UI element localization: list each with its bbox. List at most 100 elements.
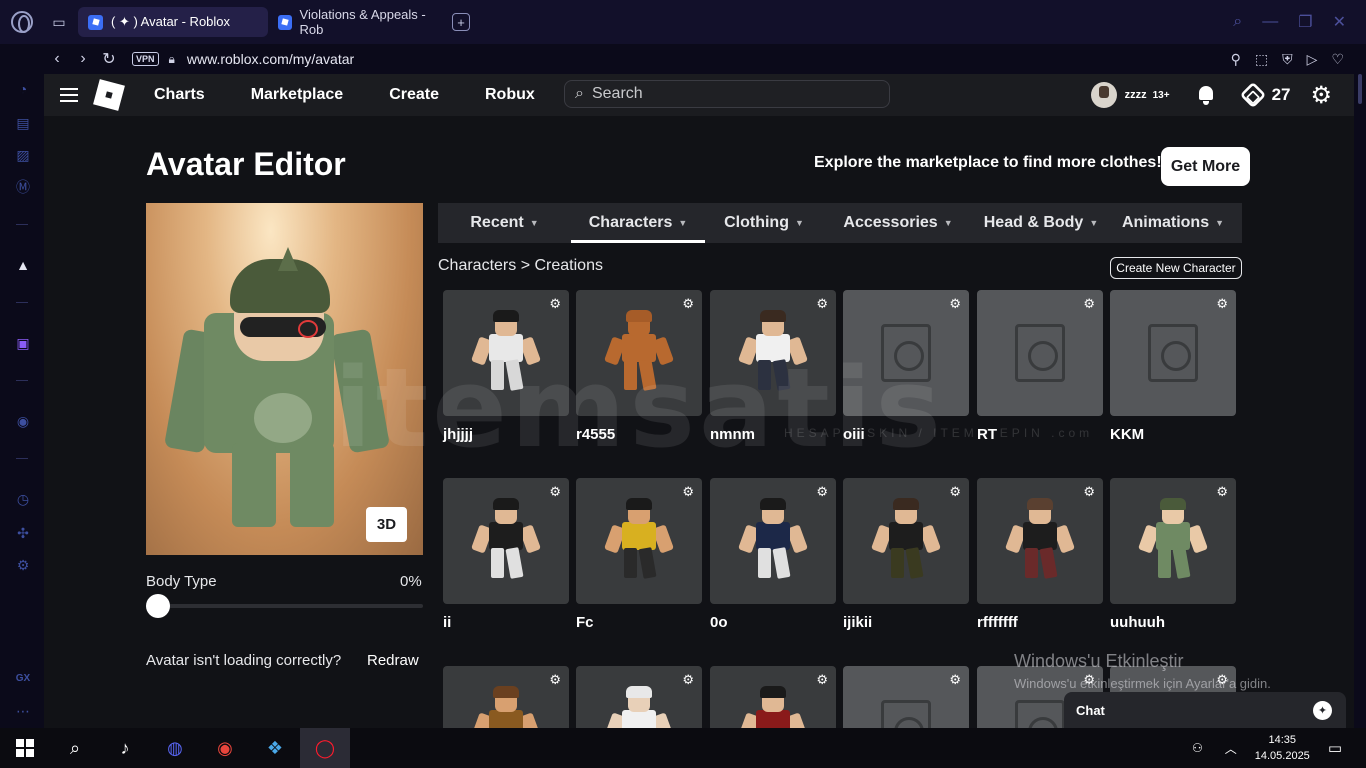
discord-icon[interactable]: ◍ <box>150 728 200 768</box>
character-name[interactable]: uuhuuh <box>1110 614 1236 631</box>
character-card[interactable]: ⚙ RT <box>977 290 1103 443</box>
character-thumbnail[interactable]: ⚙ <box>576 666 702 728</box>
tab-recent[interactable]: Recent ▼ <box>438 203 571 243</box>
roblox-logo-icon[interactable] <box>93 79 125 111</box>
app-icon[interactable]: ❖ <box>250 728 300 768</box>
forward-icon[interactable]: › <box>70 50 96 68</box>
news-icon[interactable]: ▨ <box>14 146 32 164</box>
notification-center-icon[interactable]: ▭ <box>1328 739 1342 757</box>
tab-accessories[interactable]: Accessories ▼ <box>823 203 973 243</box>
tab-animations[interactable]: Animations ▼ <box>1109 203 1237 243</box>
character-name[interactable]: Fc <box>576 614 702 631</box>
character-thumbnail[interactable]: ⚙ <box>710 478 836 604</box>
pin-icon[interactable]: ⚲ <box>1231 51 1241 68</box>
character-settings-icon[interactable]: ⚙ <box>949 296 961 312</box>
character-name[interactable]: 0o <box>710 614 836 631</box>
opera-gx-icon[interactable]: ◯ <box>300 728 350 768</box>
tab-head-body[interactable]: Head & Body ▼ <box>973 203 1109 243</box>
twitch-icon[interactable]: ▣ <box>14 334 32 352</box>
character-settings-icon[interactable]: ⚙ <box>1083 484 1095 500</box>
snapshot-icon[interactable]: ⬚ <box>1255 51 1268 68</box>
character-card[interactable]: ⚙ rfffffff <box>977 478 1103 631</box>
reload-icon[interactable]: ↻ <box>96 49 122 69</box>
character-settings-icon[interactable]: ⚙ <box>1216 296 1228 312</box>
minimize-icon[interactable]: — <box>1262 13 1278 31</box>
redraw-link[interactable]: Redraw <box>367 652 419 669</box>
chat-panel[interactable]: Chat ✦ <box>1064 692 1346 728</box>
toggle-3d-button[interactable]: 3D <box>366 507 407 542</box>
maximize-icon[interactable]: ❐ <box>1298 12 1312 32</box>
nav-charts[interactable]: Charts <box>154 86 205 104</box>
character-settings-icon[interactable]: ⚙ <box>682 484 694 500</box>
character-card[interactable]: ⚙ <box>710 666 836 728</box>
nav-robux[interactable]: Robux <box>485 86 535 104</box>
character-settings-icon[interactable]: ⚙ <box>1083 296 1095 312</box>
character-card[interactable]: ⚙ Fc <box>576 478 702 631</box>
robux-balance[interactable]: 27 <box>1272 85 1291 105</box>
mail-icon[interactable]: Ⓜ <box>14 178 32 196</box>
character-settings-icon[interactable]: ⚙ <box>949 484 961 500</box>
robux-icon[interactable] <box>1239 81 1266 109</box>
avatar[interactable] <box>1090 82 1117 108</box>
tab-avatar[interactable]: ( ✦ ) Avatar - Roblox <box>78 7 268 37</box>
character-settings-icon[interactable]: ⚙ <box>682 296 694 312</box>
character-settings-icon[interactable]: ⚙ <box>549 296 561 312</box>
character-thumbnail[interactable]: ⚙ <box>843 666 969 728</box>
history-icon[interactable]: ◷ <box>14 490 32 508</box>
character-thumbnail[interactable]: ⚙ <box>443 666 569 728</box>
character-card[interactable]: ⚙ <box>576 666 702 728</box>
page-scrollbar[interactable] <box>1354 74 1366 728</box>
character-settings-icon[interactable]: ⚙ <box>816 672 828 688</box>
lock-icon[interactable]: 🔒︎ <box>169 52 175 67</box>
character-thumbnail[interactable]: ⚙ <box>843 478 969 604</box>
character-thumbnail[interactable]: ⚙ <box>576 478 702 604</box>
nav-marketplace[interactable]: Marketplace <box>251 86 344 104</box>
character-settings-icon[interactable]: ⚙ <box>549 484 561 500</box>
opera-logo-icon[interactable] <box>0 0 44 44</box>
body-type-slider-thumb[interactable] <box>146 594 170 618</box>
search-tabs-icon[interactable]: ⌕ <box>1233 13 1242 31</box>
tab-characters[interactable]: Characters ▼ <box>571 203 705 243</box>
url-field[interactable]: www.roblox.com/my/avatar <box>187 51 354 67</box>
character-name[interactable]: ijikii <box>843 614 969 631</box>
character-settings-icon[interactable]: ⚙ <box>549 672 561 688</box>
character-card[interactable]: ⚙ <box>443 666 569 728</box>
character-card[interactable]: ⚙ KKM <box>1110 290 1236 443</box>
player-icon[interactable]: ◉ <box>14 412 32 430</box>
chevron-up-icon[interactable]: ︿ <box>1225 740 1237 757</box>
create-new-character-button[interactable]: Create New Character <box>1110 257 1242 279</box>
character-settings-icon[interactable]: ⚙ <box>949 672 961 688</box>
character-name[interactable]: rfffffff <box>977 614 1103 631</box>
search-input[interactable] <box>591 85 852 103</box>
character-thumbnail[interactable]: ⚙ <box>977 290 1103 416</box>
breadcrumb-root[interactable]: Characters <box>438 257 516 274</box>
character-name[interactable]: ii <box>443 614 569 631</box>
menu-icon[interactable] <box>60 88 78 102</box>
character-thumbnail[interactable]: ⚙ <box>1110 290 1236 416</box>
aria-icon[interactable]: ▲ <box>14 256 32 274</box>
tiktok-icon[interactable]: ♪ <box>100 728 150 768</box>
character-name[interactable]: KKM <box>1110 426 1236 443</box>
search-icon[interactable]: ⌕ <box>50 728 100 768</box>
tab-clothing[interactable]: Clothing ▼ <box>705 203 823 243</box>
start-button[interactable] <box>0 728 50 768</box>
character-settings-icon[interactable]: ⚙ <box>1216 484 1228 500</box>
character-settings-icon[interactable]: ⚙ <box>682 672 694 688</box>
chrome-icon[interactable]: ◉ <box>200 728 250 768</box>
get-more-button[interactable]: Get More <box>1161 147 1250 186</box>
character-thumbnail[interactable]: ⚙ <box>443 478 569 604</box>
settings-icon[interactable]: ⚙ <box>14 556 32 574</box>
gx-icon[interactable]: GX <box>14 670 32 688</box>
more-icon[interactable]: ⋯ <box>14 702 32 720</box>
send-icon[interactable]: ▷ <box>1307 51 1318 68</box>
character-settings-icon[interactable]: ⚙ <box>816 296 828 312</box>
clock[interactable]: 14:35 14.05.2025 <box>1255 732 1310 764</box>
tab-islands-icon[interactable]: ▭ <box>44 0 74 44</box>
new-chat-icon[interactable]: ✦ <box>1313 701 1332 720</box>
back-icon[interactable]: ‹ <box>44 50 70 68</box>
character-card[interactable]: ⚙ <box>843 666 969 728</box>
character-card[interactable]: ⚙ ii <box>443 478 569 631</box>
body-type-slider[interactable] <box>146 604 423 608</box>
people-icon[interactable]: ⚇ <box>1192 741 1203 755</box>
shopping-icon[interactable]: ▤ <box>14 114 32 132</box>
